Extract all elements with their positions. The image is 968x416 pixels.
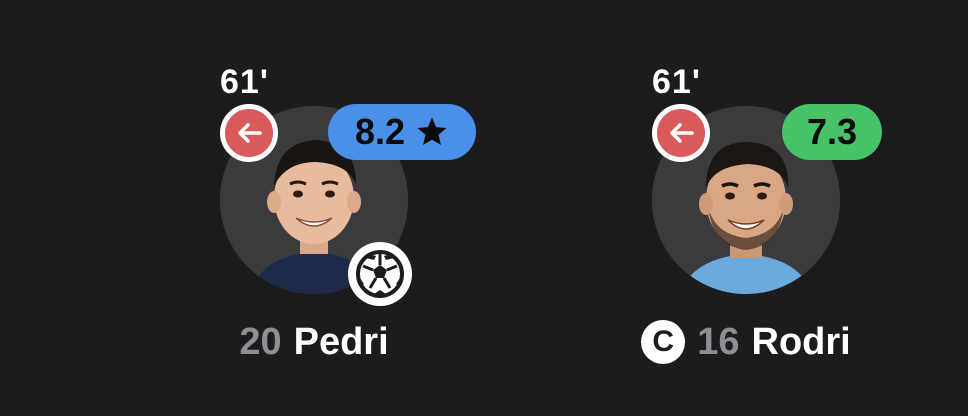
shirt-number: 20	[239, 321, 282, 363]
player-name: Rodri	[751, 321, 851, 363]
player-card-rodri[interactable]: 61' 7.3 C 16 Rodri	[548, 0, 948, 416]
player-label: 20 Pedri	[114, 318, 514, 366]
substitution-time: 61'	[652, 63, 701, 101]
substituted-off-badge	[652, 104, 710, 162]
rating-value: 7.3	[806, 111, 858, 152]
player-label: C 16 Rodri	[546, 318, 946, 366]
lineup-panel: 61' 8.2 20 Pedri 61' 7.3 C 16 Rodri	[0, 0, 968, 416]
arrow-left-icon	[670, 123, 694, 143]
rating-value: 8.2	[354, 111, 406, 152]
rating-badge: 8.2	[328, 104, 476, 160]
captain-icon: C	[641, 320, 686, 364]
star-icon	[417, 117, 447, 146]
shirt-number: 16	[697, 321, 740, 363]
substituted-off-badge	[220, 104, 278, 162]
substitution-time: 61'	[220, 63, 269, 101]
player-name: Pedri	[293, 321, 389, 363]
rating-badge: 7.3	[782, 104, 882, 160]
player-card-pedri[interactable]: 61' 8.2 20 Pedri	[116, 0, 516, 416]
arrow-left-icon	[238, 123, 262, 143]
soccer-ball-icon	[356, 250, 404, 298]
goal-scored-badge	[348, 242, 412, 306]
